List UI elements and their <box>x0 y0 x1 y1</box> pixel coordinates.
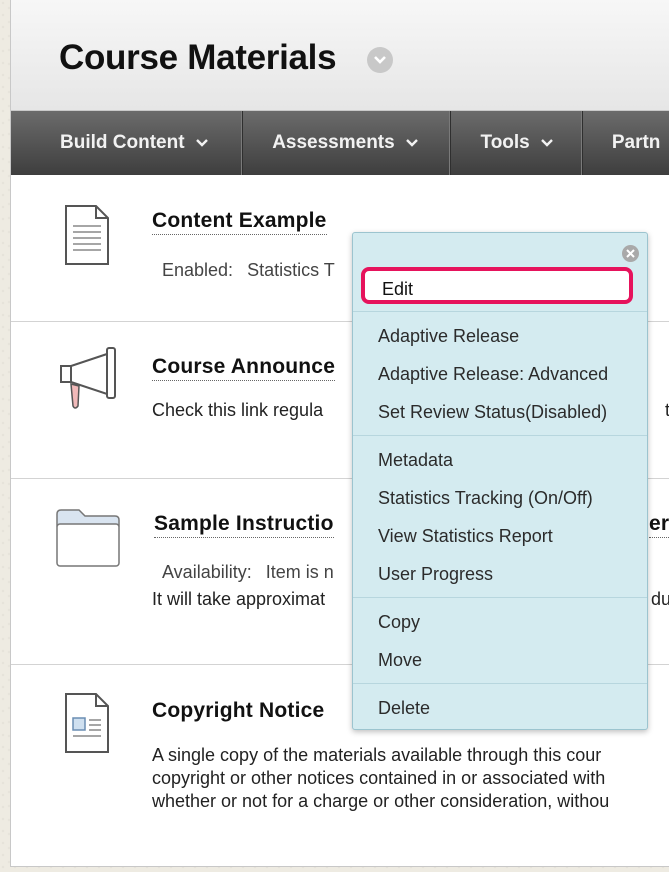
sample-instructions-link-tail[interactable]: ere <box>649 512 669 538</box>
edit-label: Edit <box>382 279 414 299</box>
sample-instructions-link[interactable]: Sample Instructio <box>154 512 334 538</box>
item-description: Check this link regula <box>152 400 324 420</box>
course-announcements-link[interactable]: Course Announce <box>152 355 336 381</box>
chevron-down-icon <box>195 139 208 147</box>
item-meta: Availability: Item is n <box>162 562 334 583</box>
page-header: Course Materials <box>11 0 669 111</box>
menu-item-adaptive-release[interactable]: Adaptive Release <box>378 326 519 347</box>
menu-separator <box>353 597 647 598</box>
tools-label: Tools <box>480 132 530 153</box>
build-content-menu[interactable]: Build Content <box>11 111 244 175</box>
item-context-menu: Edit Adaptive Release Adaptive Release: … <box>352 232 648 730</box>
close-icon[interactable] <box>622 245 639 262</box>
assessments-label: Assessments <box>272 132 395 153</box>
megaphone-icon <box>60 347 116 409</box>
menu-item-statistics-tracking[interactable]: Statistics Tracking (On/Off) <box>378 488 593 509</box>
menu-separator <box>353 435 647 436</box>
chevron-down-icon[interactable] <box>367 47 393 73</box>
item-description-tail: du <box>651 589 669 609</box>
copyright-line: A single copy of the materials available… <box>152 745 602 765</box>
action-bar: Build Content Assessments Tools Partn <box>11 111 669 175</box>
menu-item-view-statistics-report[interactable]: View Statistics Report <box>378 526 553 547</box>
meta-key: Availability: <box>162 562 252 582</box>
chevron-down-icon <box>540 139 553 147</box>
copyright-notice-title[interactable]: Copyright Notice <box>152 699 324 724</box>
meta-value: Item is n <box>265 562 334 582</box>
item-description: It will take approximat <box>152 589 326 609</box>
menu-item-user-progress[interactable]: User Progress <box>378 564 493 585</box>
copyright-line: whether or not for a charge or other con… <box>152 791 610 811</box>
chevron-down-icon <box>405 139 418 147</box>
assessments-menu[interactable]: Assessments <box>243 111 451 175</box>
copyright-line: copyright or other notices contained in … <box>152 768 606 788</box>
menu-item-set-review-status[interactable]: Set Review Status(Disabled) <box>378 402 607 423</box>
menu-item-move[interactable]: Move <box>378 650 422 671</box>
menu-item-adaptive-release-advanced[interactable]: Adaptive Release: Advanced <box>378 364 608 385</box>
menu-separator <box>353 311 647 312</box>
page-title: Course Materials <box>59 38 337 77</box>
folder-icon <box>56 509 120 567</box>
menu-item-copy[interactable]: Copy <box>378 612 420 633</box>
item-description-tail: t <box>665 399 669 422</box>
menu-item-metadata[interactable]: Metadata <box>378 450 453 471</box>
meta-value: Statistics T <box>247 260 335 280</box>
document-icon <box>65 205 109 265</box>
partner-menu[interactable]: Partn <box>583 111 669 175</box>
item-meta: Enabled: Statistics T <box>162 260 335 281</box>
meta-key: Enabled: <box>162 260 234 280</box>
tools-menu[interactable]: Tools <box>451 111 583 175</box>
content-example-link[interactable]: Content Example <box>152 209 327 235</box>
page-icon <box>65 693 109 753</box>
menu-item-delete[interactable]: Delete <box>378 698 430 719</box>
edit-menu-item[interactable]: Edit <box>361 267 633 304</box>
menu-separator <box>353 683 647 684</box>
build-content-label: Build Content <box>60 132 185 153</box>
partner-label: Partn <box>611 132 661 153</box>
